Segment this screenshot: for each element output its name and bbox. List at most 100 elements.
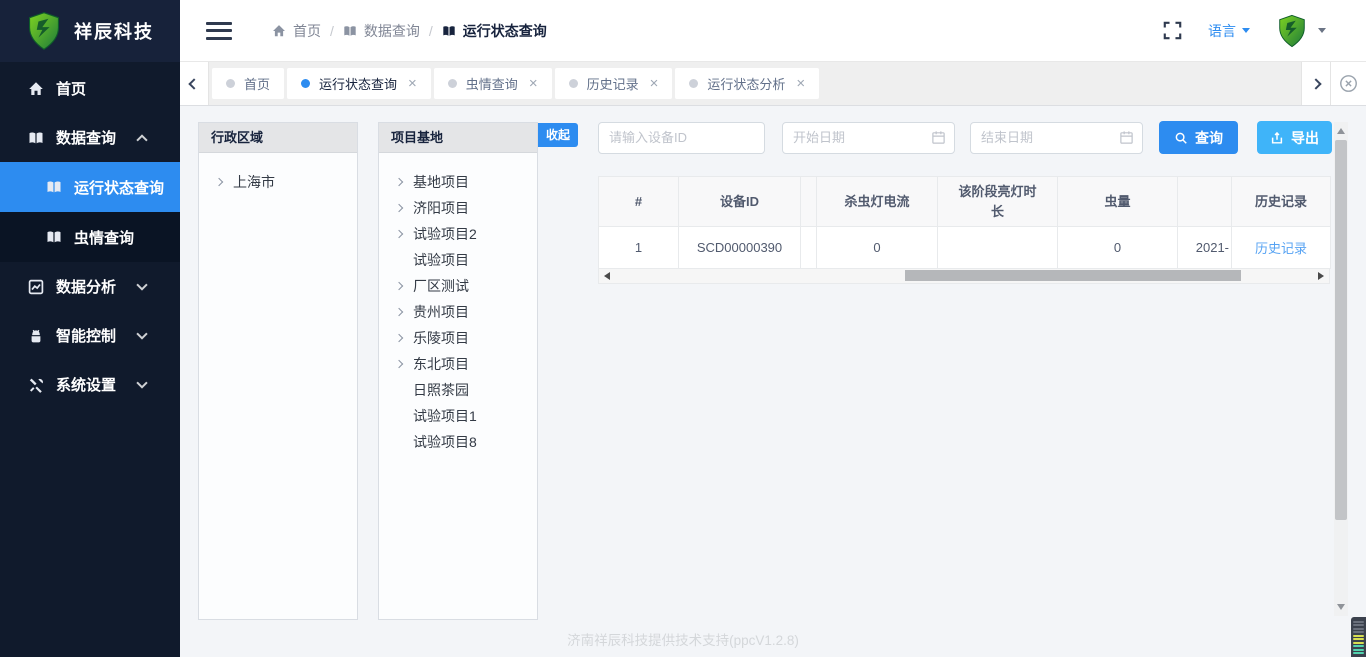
tools-icon	[28, 377, 44, 393]
start-date-input[interactable]	[782, 122, 955, 154]
column-header: 杀虫灯电流	[817, 177, 938, 227]
horizontal-scrollbar-thumb[interactable]	[905, 270, 1241, 281]
sidebar-subitem[interactable]: 虫情查询	[0, 212, 180, 262]
scroll-up-arrow-icon[interactable]	[1337, 128, 1345, 134]
sidebar-item[interactable]: 数据分析	[0, 262, 180, 311]
chevron-right-icon	[393, 361, 405, 367]
vertical-scrollbar-thumb[interactable]	[1335, 140, 1347, 520]
user-menu[interactable]	[1276, 14, 1326, 48]
close-all-tabs-button[interactable]	[1330, 62, 1366, 105]
home-icon	[28, 81, 44, 97]
table-header-row: #设备ID杀虫灯电流该阶段亮灯时长虫量历史记录	[599, 177, 1331, 227]
column-header: #	[599, 177, 679, 227]
tree-node-label: 贵州项目	[413, 302, 469, 322]
horizontal-scrollbar[interactable]	[598, 269, 1330, 284]
sidebar-subitem-label: 运行状态查询	[74, 177, 164, 198]
query-button-label: 查询	[1195, 128, 1223, 148]
chevron-down-icon	[136, 377, 147, 388]
tabs-scroll-right-button[interactable]	[1301, 62, 1330, 105]
language-switcher[interactable]: 语言	[1208, 21, 1250, 41]
tree-node[interactable]: 基地项目	[393, 169, 537, 195]
tab-label: 历史记录	[587, 74, 639, 93]
tree-node[interactable]: 上海市	[213, 169, 357, 195]
tab-label: 运行状态分析	[707, 74, 785, 93]
table-cell: SCD00000390	[679, 227, 801, 269]
vertical-scrollbar[interactable]	[1334, 122, 1348, 616]
breadcrumb-label: 运行状态查询	[463, 21, 547, 41]
sidebar-submenu: 运行状态查询虫情查询	[0, 162, 180, 262]
tree-node-label: 试验项目8	[413, 432, 477, 452]
tab-close-icon[interactable]: ×	[650, 76, 659, 91]
scroll-down-arrow-icon[interactable]	[1337, 604, 1345, 610]
tab-active[interactable]: 运行状态查询 ×	[287, 68, 431, 99]
equalizer-widget-icon	[1351, 617, 1366, 657]
export-button[interactable]: 导出	[1257, 121, 1332, 154]
tab-label: 虫情查询	[466, 74, 518, 93]
tab-close-icon[interactable]: ×	[796, 76, 805, 91]
tab-close-icon[interactable]: ×	[529, 76, 538, 91]
chevron-right-icon	[395, 334, 403, 342]
scroll-right-arrow-icon[interactable]	[1318, 272, 1324, 280]
main-content: 行政区域 上海市 项目基地 基地项目济阳项目试验项目2试验项目厂区测试贵州项目乐…	[180, 106, 1366, 657]
column-header	[1178, 177, 1232, 227]
chevron-right-icon	[395, 308, 403, 316]
caret-down-icon	[1242, 28, 1250, 33]
tree-node[interactable]: 乐陵项目	[393, 325, 537, 351]
brand-shield-logo-icon	[26, 11, 62, 51]
fullscreen-icon[interactable]	[1163, 21, 1182, 40]
tab-label: 运行状态查询	[319, 74, 397, 93]
breadcrumb-item[interactable]: 运行状态查询	[442, 21, 547, 41]
tree-node[interactable]: 试验项目8	[393, 429, 537, 455]
tree-node[interactable]: 济阳项目	[393, 195, 537, 221]
region-panel: 行政区域 上海市	[198, 122, 358, 620]
tab-item[interactable]: 历史记录 ×	[555, 68, 673, 99]
chevron-right-icon	[1310, 78, 1321, 89]
tabs-scroll-left-button[interactable]	[180, 62, 209, 105]
tree-node[interactable]: 试验项目1	[393, 403, 537, 429]
device-id-input[interactable]	[598, 122, 765, 154]
end-date-input[interactable]	[970, 122, 1143, 154]
sidebar-item[interactable]: 数据查询	[0, 113, 180, 162]
tab-close-icon[interactable]: ×	[408, 76, 417, 91]
chevron-right-icon	[395, 230, 403, 238]
chevron-right-icon	[395, 204, 403, 212]
tree-node[interactable]: 试验项目	[393, 247, 537, 273]
book-icon	[46, 179, 62, 195]
sidebar-item-label: 智能控制	[56, 325, 116, 346]
tree-node[interactable]: 试验项目2	[393, 221, 537, 247]
query-button[interactable]: 查询	[1159, 121, 1238, 154]
sidebar-item-label: 系统设置	[56, 374, 116, 395]
tab-item[interactable]: 虫情查询 ×	[434, 68, 552, 99]
sidebar-subitem[interactable]: 运行状态查询	[0, 162, 180, 212]
tree-node[interactable]: 东北项目	[393, 351, 537, 377]
sidebar-item[interactable]: 系统设置	[0, 360, 180, 409]
tab-label: 首页	[244, 74, 270, 93]
sidebar-item[interactable]: 智能控制	[0, 311, 180, 360]
scroll-left-arrow-icon[interactable]	[604, 272, 610, 280]
tab-dot-icon	[569, 79, 578, 88]
chevron-down-icon	[136, 279, 147, 290]
history-record-link[interactable]: 历史记录	[1255, 241, 1307, 256]
tree-node[interactable]: 贵州项目	[393, 299, 537, 325]
table-cell-action: 历史记录	[1232, 227, 1331, 269]
tree-node-label: 基地项目	[413, 172, 469, 192]
tree-node[interactable]: 日照茶园	[393, 377, 537, 403]
hamburger-menu-icon[interactable]	[206, 17, 232, 44]
results-table-wrap: #设备ID杀虫灯电流该阶段亮灯时长虫量历史记录 1SCD000003900020…	[598, 176, 1330, 284]
filter-toolbar: 查询 导出	[598, 121, 1332, 154]
tree-node-label: 试验项目2	[413, 224, 477, 244]
export-button-label: 导出	[1291, 128, 1319, 148]
chevron-right-icon	[393, 231, 405, 237]
breadcrumb-item[interactable]: 数据查询	[343, 21, 420, 41]
breadcrumb-item[interactable]: 首页	[272, 21, 321, 41]
book-icon	[343, 24, 357, 38]
tab-item[interactable]: 运行状态分析 ×	[675, 68, 819, 99]
tree-node-label: 试验项目1	[413, 406, 477, 426]
table-cell: 1	[599, 227, 679, 269]
tab-item[interactable]: 首页	[212, 68, 284, 99]
tree-node[interactable]: 厂区测试	[393, 273, 537, 299]
table-cell: 2021-	[1178, 227, 1232, 269]
sidebar-subitem-label: 虫情查询	[74, 227, 134, 248]
sidebar-item[interactable]: 首页	[0, 64, 180, 113]
collapse-panels-button[interactable]: 收起	[538, 123, 578, 147]
